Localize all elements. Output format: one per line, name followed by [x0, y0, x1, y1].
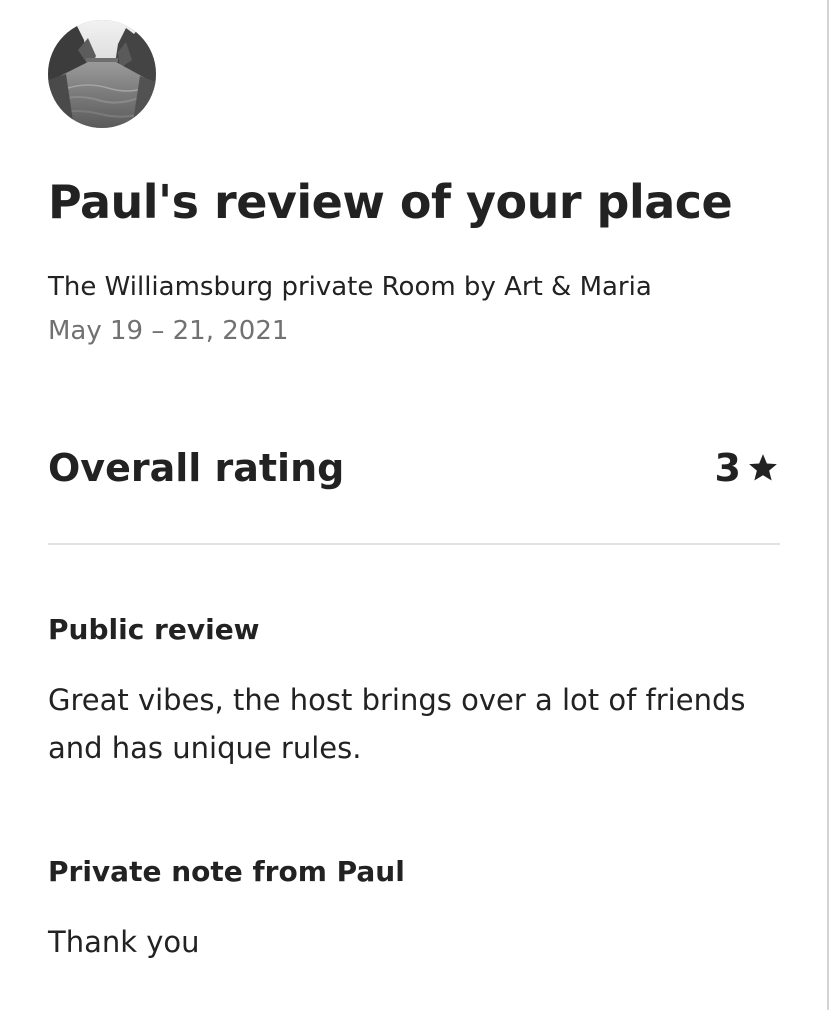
- reviewer-avatar: [48, 20, 156, 128]
- private-note-heading: Private note from Paul: [48, 855, 405, 888]
- overall-rating-number: 3: [714, 446, 741, 490]
- listing-name: The Williamsburg private Room by Art & M…: [48, 272, 652, 302]
- overall-rating-value: 3: [715, 440, 779, 496]
- section-divider: [48, 543, 780, 545]
- star-icon: [747, 452, 779, 484]
- overall-rating-label: Overall rating: [48, 446, 345, 490]
- public-review-text: Great vibes, the host brings over a lot …: [48, 683, 746, 765]
- page-title: Paul's review of your place: [48, 175, 733, 229]
- public-review-heading: Public review: [48, 613, 260, 646]
- private-note-text: Thank you: [48, 925, 200, 959]
- stay-dates: May 19 – 21, 2021: [48, 316, 289, 346]
